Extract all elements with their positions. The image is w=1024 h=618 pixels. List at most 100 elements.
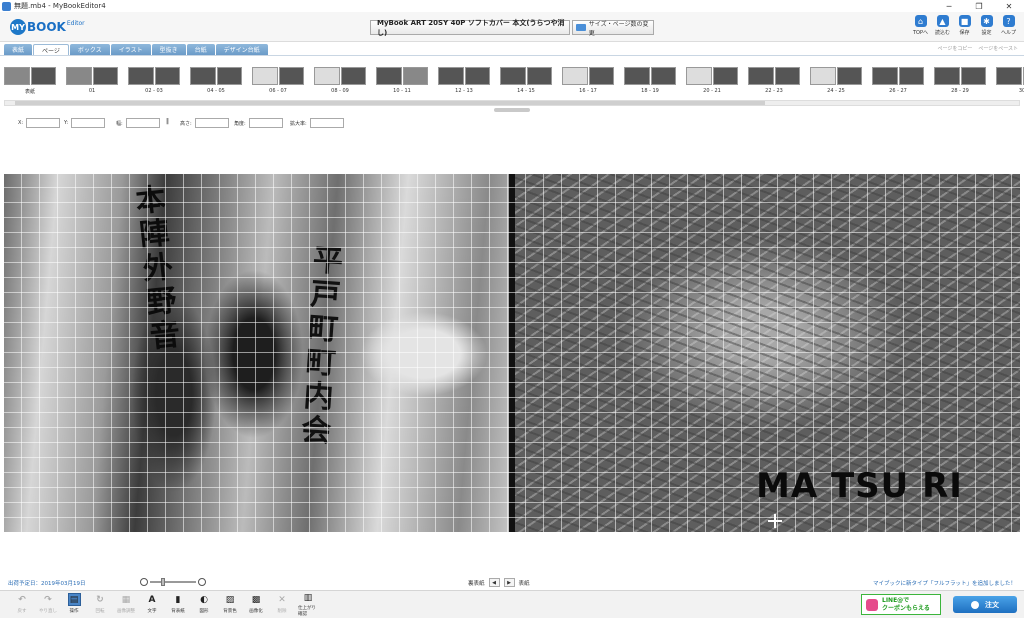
page-thumbnail[interactable]: 02 - 03	[128, 67, 180, 95]
thumbnail-images	[624, 67, 676, 85]
change-size-button[interactable]: サイズ・ページ数の変更	[572, 20, 654, 37]
thumbnail-images	[4, 67, 56, 85]
tab-1[interactable]: ページ	[33, 44, 69, 55]
zoom-out-icon[interactable]	[140, 578, 148, 586]
zoom-in-icon[interactable]	[198, 578, 206, 586]
width-input[interactable]	[125, 118, 160, 128]
page-thumbnail[interactable]: 30	[996, 67, 1024, 95]
scale-input[interactable]	[309, 118, 344, 128]
thumbnail-image	[650, 67, 676, 85]
collapse-thumbnails-handle[interactable]	[494, 108, 530, 112]
title-bar: 無題.mb4 - MyBookEditor4 ─ ❐ ✕	[0, 0, 1024, 12]
title-text-box[interactable]: MA TSU RI	[756, 466, 963, 506]
scrollbar-thumb[interactable]	[15, 101, 765, 105]
rotate-icon: ↻	[96, 594, 104, 605]
product-name: MyBook ART 20SY 40P ソフトカバー 本文(うらつや消し)	[370, 19, 570, 37]
header-tool-open[interactable]: ▲ 読込む	[933, 15, 952, 39]
tab-0[interactable]: 表紙	[4, 44, 33, 55]
paste-page-button[interactable]: ページをペースト	[978, 45, 1018, 52]
prev-page-button[interactable]: ◀	[488, 578, 500, 587]
tool-label: 仕上がり確認	[298, 606, 316, 617]
help-icon: ?	[1002, 15, 1015, 27]
tool-preview-button[interactable]: ▥ 仕上がり確認	[298, 593, 318, 617]
zoom-slider-knob[interactable]	[161, 578, 165, 586]
thumbnail-image	[836, 67, 862, 85]
page-thumbnail[interactable]: 18 - 19	[624, 67, 676, 95]
close-button[interactable]: ✕	[994, 0, 1024, 12]
thumbnail-images	[66, 67, 118, 85]
left-page-photo[interactable]: 本陣外野音 平戸町町内会	[4, 174, 512, 532]
scale-label: 拡大率:	[290, 120, 307, 127]
thumbnail-image	[216, 67, 242, 85]
editor-canvas: 本陣外野音 平戸町町内会 MA TSU RI	[0, 130, 1024, 576]
header-tool-home[interactable]: ⌂ TOPへ	[911, 15, 930, 39]
tool-undo-button[interactable]: ↶ 戻す	[12, 593, 32, 617]
header-tool-help[interactable]: ? ヘルプ	[999, 15, 1018, 39]
thumbnail-image	[190, 67, 216, 85]
tool-rasterize-button[interactable]: ▩ 画像化	[246, 593, 266, 617]
tool-bg-color-button[interactable]: ▨ 背景色	[220, 593, 240, 617]
tool-rotate-button[interactable]: ↻ 回転	[90, 593, 110, 617]
thumbnail-label: 24 - 25	[827, 88, 845, 94]
spine-divider	[509, 174, 515, 532]
tool-text-button[interactable]: A 文字	[142, 593, 162, 617]
line-banner-line1: LINE@で	[882, 597, 910, 605]
thumbnail-image	[898, 67, 924, 85]
header-tool-save[interactable]: ■ 保存	[955, 15, 974, 39]
line-coupon-banner[interactable]: LINE@で クーポンもらえる	[861, 594, 941, 615]
maximize-button[interactable]: ❐	[964, 0, 994, 12]
gift-icon	[866, 598, 878, 611]
tool-shape-button[interactable]: ◐ 図形	[194, 593, 214, 617]
tool-spine-button[interactable]: ▮ 背表紙	[168, 593, 188, 617]
page-thumbnail[interactable]: 20 - 21	[686, 67, 738, 95]
x-label: X:	[18, 120, 24, 126]
tab-6[interactable]: デザイン台紙	[215, 44, 268, 55]
thumbnail-image	[66, 67, 92, 85]
thumbnail-images	[748, 67, 800, 85]
minimize-button[interactable]: ─	[934, 0, 964, 12]
tool-label: 図形	[199, 609, 209, 614]
page-thumbnail[interactable]: 06 - 07	[252, 67, 304, 95]
page-thumbnail[interactable]: 28 - 29	[934, 67, 986, 95]
open-icon: ▲	[936, 15, 949, 27]
page-thumbnail[interactable]: 12 - 13	[438, 67, 490, 95]
y-input[interactable]	[71, 118, 106, 128]
move-handle-icon[interactable]	[768, 514, 782, 528]
tool-redo-button[interactable]: ↷ やり直し	[38, 593, 58, 617]
logo-editor: Editor	[66, 19, 85, 27]
page-thumbnail[interactable]: 01	[66, 67, 118, 95]
next-page-button[interactable]: ▶	[503, 578, 515, 587]
copy-page-button[interactable]: ページをコピー	[937, 45, 972, 52]
page-thumbnail[interactable]: 16 - 17	[562, 67, 614, 95]
news-ticker[interactable]: マイブックに新タイプ「フルフラット」を追加しました！	[873, 579, 1016, 587]
tab-2[interactable]: ボックス	[69, 44, 110, 55]
page-thumbnail[interactable]: 08 - 09	[314, 67, 366, 95]
page-thumbnail[interactable]: 22 - 23	[748, 67, 800, 95]
height-label: 高さ:	[180, 120, 192, 127]
page-thumbnail[interactable]: 04 - 05	[190, 67, 242, 95]
x-input[interactable]	[26, 118, 61, 128]
header-tool-gear[interactable]: ✱ 設定	[977, 15, 996, 39]
page-thumbnail[interactable]: 10 - 11	[376, 67, 428, 95]
y-label: Y:	[64, 120, 69, 126]
tab-5[interactable]: 台紙	[186, 44, 215, 55]
height-input[interactable]	[194, 118, 229, 128]
thumbnail-image	[438, 67, 464, 85]
thumbnail-images	[996, 67, 1024, 85]
zoom-slider[interactable]	[150, 578, 196, 586]
thumbnail-images	[314, 67, 366, 85]
tool-trash-button[interactable]: ✕ 削除	[272, 593, 292, 617]
tool-operate-button[interactable]: ▤ 操作	[64, 593, 84, 617]
page-thumbnail[interactable]: 表紙	[4, 67, 56, 95]
tab-3[interactable]: イラスト	[110, 44, 151, 55]
order-button[interactable]: 注文	[953, 596, 1017, 613]
thumbnail-list: 表紙 01 02 - 03 04 - 05 06 - 07 08 - 09 10 - 11 1…	[4, 67, 1024, 95]
page-thumbnail[interactable]: 24 - 25	[810, 67, 862, 95]
page-thumbnail[interactable]: 26 - 27	[872, 67, 924, 95]
tab-4[interactable]: 型抜き	[151, 44, 186, 55]
tool-image-adjust-button[interactable]: ▦ 画像調整	[116, 593, 136, 617]
page-thumbnail[interactable]: 14 - 15	[500, 67, 552, 95]
thumbnail-scrollbar[interactable]	[4, 100, 1020, 106]
angle-input[interactable]	[248, 118, 283, 128]
link-icon[interactable]: ‖	[166, 118, 169, 125]
